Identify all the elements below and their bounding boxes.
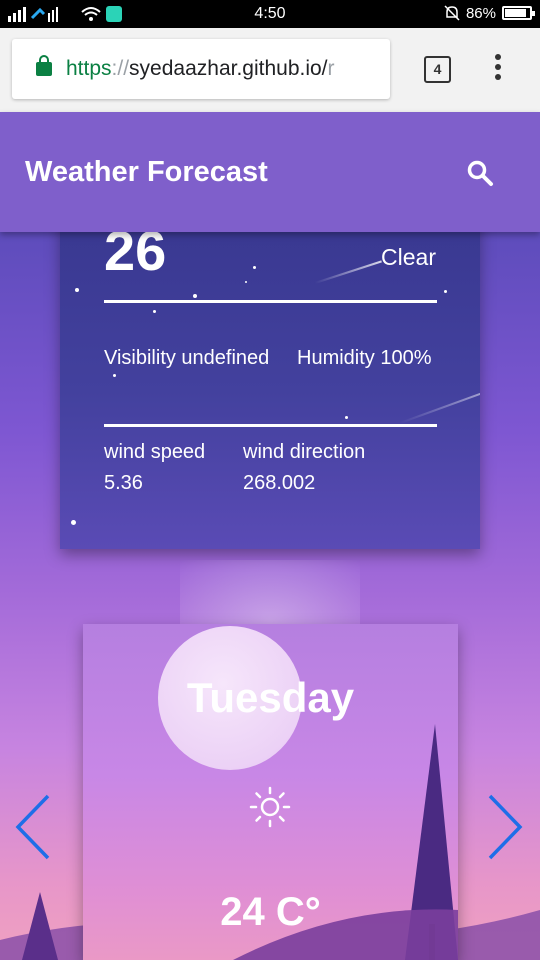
humidity-text: Humidity 100%: [297, 347, 432, 369]
status-icons-right: 86%: [444, 4, 535, 22]
tab-switcher-button[interactable]: 4: [424, 56, 451, 83]
search-icon[interactable]: [466, 159, 494, 187]
current-weather-card: 26 ° Clear Visibility undefined Humidity…: [60, 200, 480, 549]
forecast-temperature: 24 C°: [220, 890, 321, 934]
sun-icon: [249, 786, 291, 828]
star: [444, 290, 447, 293]
battery-percent: 86%: [465, 4, 496, 22]
url-scheme: https: [66, 57, 112, 80]
app-header: Weather Forecast: [0, 112, 540, 232]
star: [71, 520, 76, 525]
star: [345, 416, 348, 419]
visibility-text: Visibility undefined: [104, 347, 270, 369]
app-title: Weather Forecast: [25, 156, 268, 188]
wind-direction-value: 268.002: [243, 472, 316, 494]
star: [153, 310, 156, 313]
divider: [104, 424, 437, 427]
url-tail: r: [327, 57, 335, 80]
lock-icon: [36, 55, 52, 76]
forecast-card: Tuesday 24 C°: [83, 624, 458, 960]
star: [253, 266, 256, 269]
wind-speed-label: wind speed: [104, 441, 206, 463]
star: [245, 281, 247, 283]
url-text: https://syedaazhar.github.io/r: [66, 57, 335, 81]
star: [193, 294, 197, 298]
chevron-right-icon[interactable]: [486, 792, 526, 862]
pine-tree: [22, 892, 58, 960]
browser-toolbar: https://syedaazhar.github.io/r 4: [0, 28, 540, 112]
star: [113, 374, 116, 377]
shooting-star: [314, 260, 382, 284]
forecast-day: Tuesday: [186, 674, 355, 721]
mute-bell-icon: [444, 5, 460, 21]
current-condition: Clear: [381, 244, 436, 270]
url-separator: ://: [111, 57, 130, 80]
battery-icon: [502, 6, 535, 20]
status-bar: 4:50 86%: [0, 0, 540, 28]
wind-speed-value: 5.36: [104, 472, 143, 494]
chevron-left-icon[interactable]: [12, 792, 52, 862]
url-bar[interactable]: https://syedaazhar.github.io/r: [12, 39, 390, 99]
divider: [104, 300, 437, 303]
url-host: syedaazhar.github.io/: [129, 57, 328, 80]
menu-dots-icon[interactable]: [494, 54, 502, 84]
star: [75, 288, 79, 292]
wind-direction-label: wind direction: [243, 441, 366, 463]
shooting-star: [399, 374, 480, 424]
